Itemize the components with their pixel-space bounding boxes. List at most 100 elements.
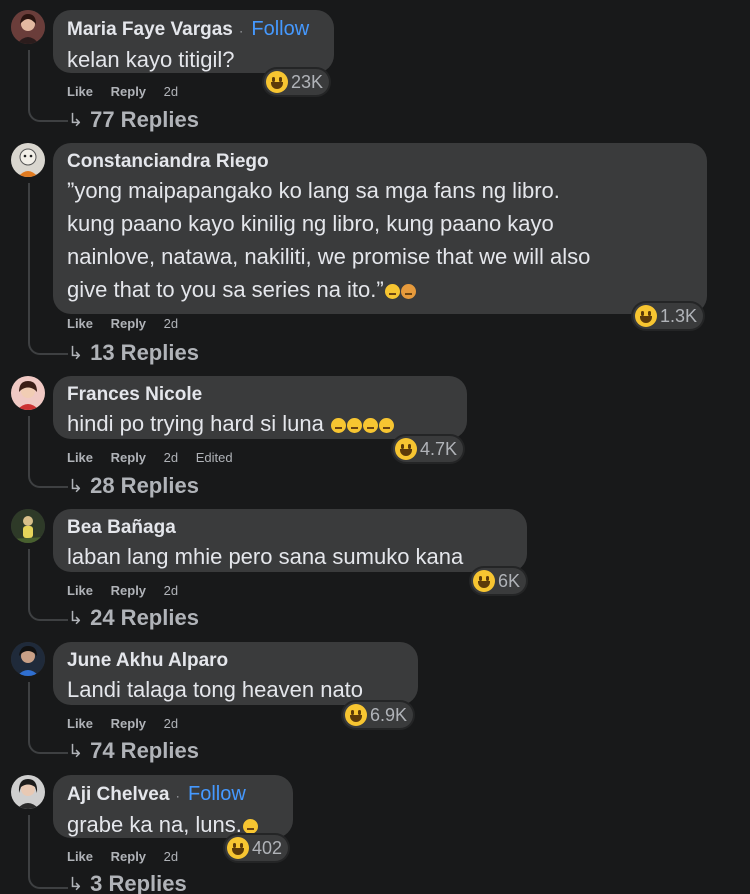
reaction-summary[interactable]: 6K — [471, 568, 527, 594]
avatar[interactable] — [11, 775, 45, 809]
surprised-emoji-icon — [242, 818, 258, 834]
like-button[interactable]: Like — [67, 316, 93, 331]
replies-count: 3 Replies — [90, 871, 187, 894]
comment-actions: Like Reply 2d Edited — [67, 450, 247, 465]
person-emoji-icon — [400, 283, 416, 299]
like-button[interactable]: Like — [67, 716, 93, 731]
reaction-count: 23K — [291, 71, 324, 92]
comment-text-line: hindi po trying hard si luna — [67, 407, 453, 440]
comment-timestamp[interactable]: 2d — [164, 84, 178, 99]
reply-button[interactable]: Reply — [111, 84, 146, 99]
separator-dot: · — [239, 24, 244, 38]
view-replies-button[interactable]: ↳ 28 Replies — [68, 473, 199, 499]
comment-author[interactable]: Bea Bañaga — [67, 516, 513, 540]
haha-reaction-icon — [395, 438, 417, 460]
comment-text: grabe ka na, luns. — [67, 812, 242, 837]
reply-arrow-icon: ↳ — [68, 873, 84, 894]
reaction-count: 6K — [498, 570, 521, 591]
reaction-summary[interactable]: 23K — [264, 69, 330, 95]
follow-button[interactable]: Follow — [188, 783, 246, 805]
reaction-count: 4.7K — [420, 438, 458, 459]
comment-text-last: give that to you sa series na ito.” — [67, 273, 693, 306]
pensive-emoji-icon — [346, 417, 362, 433]
replies-count: 77 Replies — [90, 107, 199, 132]
like-button[interactable]: Like — [67, 583, 93, 598]
comment-timestamp[interactable]: 2d — [164, 583, 178, 598]
like-button[interactable]: Like — [67, 84, 93, 99]
reply-arrow-icon: ↳ — [68, 475, 84, 496]
comment-text: Landi talaga tong heaven nato — [67, 677, 364, 702]
haha-reaction-icon — [266, 71, 288, 93]
like-button[interactable]: Like — [67, 450, 93, 465]
reaction-summary[interactable]: 4.7K — [393, 436, 464, 462]
comment-bubble: Frances Nicole hindi po trying hard si l… — [53, 376, 467, 439]
sad-emoji-icon — [384, 283, 400, 299]
comment-actions: Like Reply 2d — [67, 849, 192, 864]
reaction-summary[interactable]: 1.3K — [633, 303, 704, 329]
replies-count: 28 Replies — [90, 473, 199, 498]
comment-text: nainlove, natawa, nakiliti, we promise t… — [67, 244, 591, 269]
reply-button[interactable]: Reply — [111, 450, 146, 465]
reply-button[interactable]: Reply — [111, 316, 146, 331]
comment-author[interactable]: Frances Nicole — [67, 383, 453, 407]
comment-text: give that to you sa series na ito.” — [67, 277, 384, 302]
comment-author[interactable]: Aji Chelvea — [67, 784, 169, 805]
reaction-count: 402 — [252, 837, 283, 858]
reply-arrow-icon: ↳ — [68, 109, 84, 130]
view-replies-button[interactable]: ↳ 13 Replies — [68, 340, 199, 366]
avatar[interactable] — [11, 376, 45, 410]
view-replies-button[interactable]: ↳ 24 Replies — [68, 605, 199, 631]
avatar[interactable] — [11, 642, 45, 676]
follow-button[interactable]: Follow — [251, 18, 309, 40]
avatar[interactable] — [11, 10, 45, 44]
reaction-count: 6.9K — [370, 704, 408, 725]
pensive-emoji-icon — [362, 417, 378, 433]
replies-count: 13 Replies — [90, 340, 199, 365]
reply-button[interactable]: Reply — [111, 849, 146, 864]
comment-bubble: Constanciandra Riego ”yong maipapangako … — [53, 143, 707, 314]
comment-text: hindi po trying hard si luna — [67, 411, 324, 436]
comment-author[interactable]: Constanciandra Riego — [67, 150, 693, 174]
avatar[interactable] — [11, 509, 45, 543]
comment-timestamp[interactable]: 2d — [164, 450, 178, 465]
comment-bubble: June Akhu Alparo Landi talaga tong heave… — [53, 642, 418, 705]
reaction-count: 1.3K — [660, 305, 698, 326]
replies-count: 24 Replies — [90, 605, 199, 630]
comment-author[interactable]: June Akhu Alparo — [67, 649, 404, 673]
avatar[interactable] — [11, 143, 45, 177]
comment-timestamp[interactable]: 2d — [164, 849, 178, 864]
comment-author-line: Aji Chelvea · Follow — [67, 782, 279, 808]
reply-arrow-icon: ↳ — [68, 342, 84, 363]
comment-bubble: Aji Chelvea · Follow grabe ka na, luns. — [53, 775, 293, 838]
like-button[interactable]: Like — [67, 849, 93, 864]
reaction-summary[interactable]: 6.9K — [343, 702, 414, 728]
pensive-emoji-icon — [330, 417, 346, 433]
view-replies-button[interactable]: ↳ 74 Replies — [68, 738, 199, 764]
comment-actions: Like Reply 2d — [67, 316, 192, 331]
pensive-emoji-icon — [378, 417, 394, 433]
haha-reaction-icon — [635, 305, 657, 327]
reply-arrow-icon: ↳ — [68, 607, 84, 628]
comment-actions: Like Reply 2d — [67, 716, 192, 731]
comment-actions: Like Reply 2d — [67, 583, 192, 598]
comment-bubble: Bea Bañaga laban lang mhie pero sana sum… — [53, 509, 527, 572]
reply-button[interactable]: Reply — [111, 716, 146, 731]
haha-reaction-icon — [227, 837, 249, 859]
edited-label: Edited — [195, 450, 233, 465]
view-replies-button[interactable]: ↳ 3 Replies — [68, 871, 187, 894]
comment-feed: Maria Faye Vargas · Follow kelan kayo ti… — [0, 0, 750, 894]
comment-timestamp[interactable]: 2d — [164, 716, 178, 731]
comment-actions: Like Reply 2d — [67, 84, 192, 99]
view-replies-button[interactable]: ↳ 77 Replies — [68, 107, 199, 133]
comment-text: ”yong maipapangako ko lang sa mga fans n… — [67, 178, 560, 203]
reply-button[interactable]: Reply — [111, 583, 146, 598]
haha-reaction-icon — [345, 704, 367, 726]
reaction-summary[interactable]: 402 — [225, 835, 289, 861]
separator-dot: · — [175, 789, 180, 803]
comment-bubble: Maria Faye Vargas · Follow kelan kayo ti… — [53, 10, 334, 73]
comment-text: kung paano kayo kinilig ng libro, kung p… — [67, 211, 554, 236]
comment-author[interactable]: Maria Faye Vargas — [67, 19, 233, 40]
comment-text: laban lang mhie pero sana sumuko kana — [67, 544, 464, 569]
replies-count: 74 Replies — [90, 738, 199, 763]
comment-timestamp[interactable]: 2d — [164, 316, 178, 331]
